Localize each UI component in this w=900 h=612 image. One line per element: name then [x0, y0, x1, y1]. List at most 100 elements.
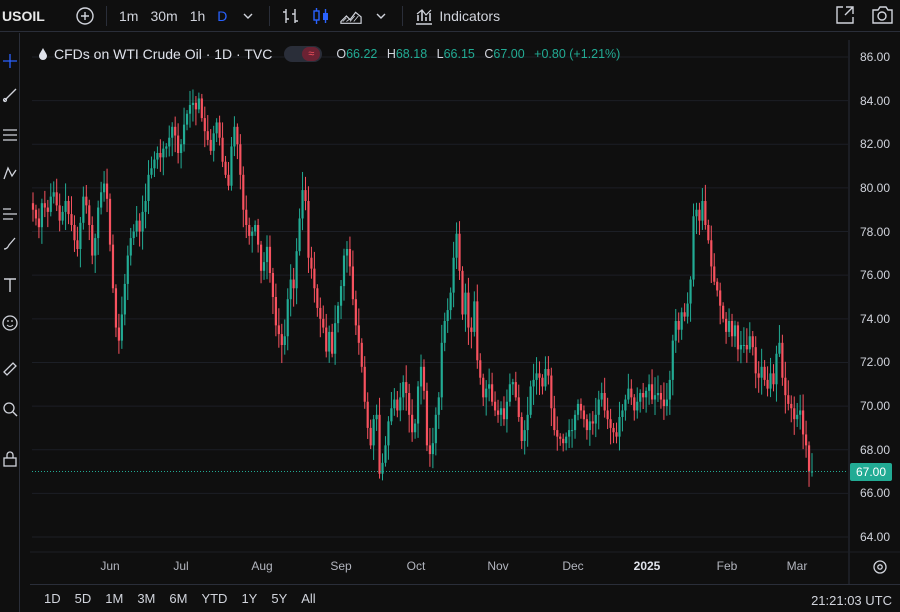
- candle-body: [790, 403, 793, 409]
- candlestick-chart[interactable]: [0, 0, 900, 612]
- candle-body: [55, 192, 58, 206]
- candle-body: [159, 153, 162, 158]
- low-value: 66.15: [443, 47, 475, 61]
- candle: [43, 190, 46, 218]
- candle: [496, 399, 500, 423]
- candle-body: [274, 297, 277, 326]
- candle-body: [283, 336, 286, 345]
- candle: [467, 277, 470, 345]
- candle: [458, 221, 461, 280]
- candle: [310, 246, 313, 279]
- candle-body: [393, 399, 396, 409]
- candle-body: [517, 397, 520, 417]
- candle-body: [603, 393, 606, 411]
- candle-body: [473, 301, 476, 332]
- candle-body: [493, 401, 497, 411]
- candle: [511, 378, 514, 395]
- candle: [221, 122, 224, 168]
- candle: [381, 453, 384, 481]
- candle-body: [67, 201, 70, 215]
- candle: [227, 162, 230, 191]
- candle-body: [215, 122, 218, 134]
- candle: [251, 227, 254, 253]
- candle: [215, 118, 218, 143]
- candle: [319, 297, 322, 338]
- candle-body: [727, 321, 731, 332]
- candle-body: [491, 384, 494, 402]
- candle-body: [488, 384, 491, 389]
- candle-body: [550, 375, 553, 409]
- candle-body: [203, 118, 206, 132]
- candle-body: [325, 327, 328, 352]
- high-value: 68.18: [395, 47, 428, 61]
- candle: [52, 181, 55, 204]
- candle: [804, 420, 808, 458]
- candle-body: [411, 414, 414, 433]
- candle: [100, 181, 103, 215]
- candle: [502, 396, 506, 426]
- candle: [259, 240, 263, 284]
- candle: [488, 368, 491, 402]
- candle-body: [402, 382, 405, 398]
- candle: [230, 137, 233, 191]
- candle-body: [218, 122, 221, 138]
- candle: [550, 367, 553, 427]
- candle: [179, 139, 183, 169]
- candle: [203, 106, 206, 148]
- candle-body: [425, 390, 429, 446]
- candle-body: [612, 427, 615, 433]
- candle: [716, 278, 719, 297]
- candle: [751, 331, 754, 356]
- candle-body: [413, 423, 417, 433]
- candle: [307, 186, 310, 273]
- candle-body: [541, 377, 544, 387]
- candle-body: [384, 445, 387, 463]
- candle: [529, 380, 532, 419]
- candle: [129, 227, 132, 266]
- candle-body: [520, 417, 523, 441]
- candle: [446, 298, 449, 333]
- candle: [271, 267, 275, 315]
- candle: [55, 178, 58, 212]
- candle-body: [766, 379, 769, 389]
- visibility-toggle[interactable]: ≈: [284, 46, 323, 62]
- candle-body: [535, 373, 538, 380]
- candle-body: [698, 209, 701, 221]
- candle-body: [458, 233, 461, 271]
- candle-body: [739, 345, 743, 350]
- candle: [671, 334, 674, 396]
- candle-body: [461, 270, 464, 315]
- candle-body: [37, 218, 41, 228]
- candle: [624, 394, 627, 421]
- candle: [369, 419, 372, 450]
- candle-body: [171, 126, 174, 138]
- candle-body: [156, 153, 159, 160]
- candle: [46, 199, 49, 228]
- candle: [553, 395, 556, 436]
- candle-body: [138, 220, 141, 232]
- candle: [431, 427, 434, 469]
- candle-body: [452, 257, 455, 293]
- candle: [212, 125, 215, 162]
- candle: [739, 330, 743, 364]
- candle-body: [52, 192, 55, 197]
- candle-body: [191, 102, 195, 105]
- candle-body: [79, 222, 82, 249]
- candle-body: [174, 126, 177, 136]
- candle: [168, 125, 171, 157]
- candle-body: [733, 325, 737, 337]
- candle: [402, 375, 405, 411]
- candle: [517, 384, 520, 422]
- candle-body: [233, 126, 236, 147]
- candle: [591, 411, 594, 435]
- candle-body: [301, 190, 304, 219]
- candle: [532, 363, 535, 405]
- candle-body: [529, 386, 532, 415]
- candle: [94, 233, 97, 273]
- candle: [328, 325, 331, 363]
- candle: [452, 241, 455, 308]
- candle-body: [754, 347, 757, 374]
- candle-body: [265, 246, 269, 263]
- candle-body: [165, 146, 168, 149]
- symbol-title[interactable]: CFDs on WTI Crude Oil · 1D · TVC: [54, 46, 272, 62]
